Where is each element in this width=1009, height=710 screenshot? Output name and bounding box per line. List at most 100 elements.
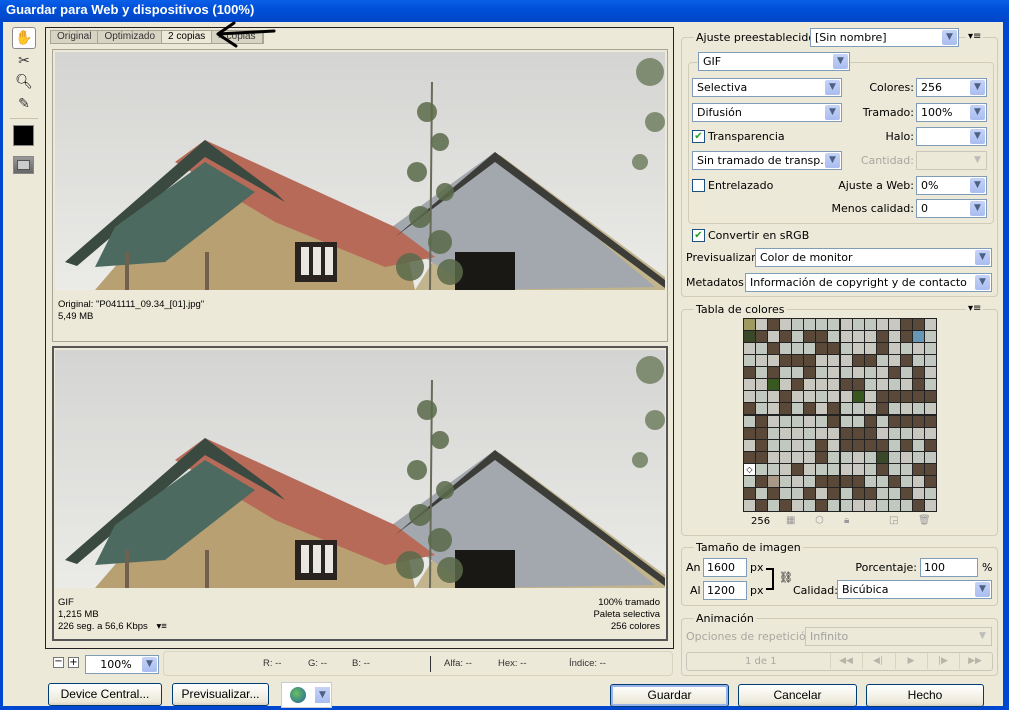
color-swatch[interactable] xyxy=(744,439,755,451)
color-swatch[interactable] xyxy=(828,475,840,487)
color-swatch[interactable] xyxy=(924,487,936,499)
color-swatch[interactable] xyxy=(840,415,852,427)
color-swatch[interactable] xyxy=(864,439,876,451)
color-swatch[interactable] xyxy=(768,319,780,330)
color-swatch[interactable] xyxy=(912,439,924,451)
color-swatch[interactable] xyxy=(804,331,816,343)
color-swatch[interactable] xyxy=(804,343,816,355)
color-swatch[interactable] xyxy=(816,475,828,487)
color-swatch[interactable] xyxy=(804,475,816,487)
color-swatch[interactable] xyxy=(840,463,852,475)
color-swatch[interactable] xyxy=(912,319,924,330)
color-swatch[interactable] xyxy=(924,367,936,379)
color-swatch[interactable] xyxy=(768,427,780,439)
browser-select[interactable]: ▼ xyxy=(281,682,332,708)
color-swatch[interactable] xyxy=(780,427,792,439)
color-swatch[interactable] xyxy=(888,391,900,403)
color-swatch[interactable] xyxy=(792,367,804,379)
color-swatch[interactable] xyxy=(756,451,768,463)
color-swatch[interactable] xyxy=(876,367,888,379)
color-swatch[interactable] xyxy=(924,427,936,439)
color-swatch[interactable] xyxy=(828,463,840,475)
preview-mode-select[interactable]: Color de monitor ▼ xyxy=(755,248,992,267)
color-swatch[interactable] xyxy=(768,403,780,415)
color-swatch[interactable] xyxy=(900,475,912,487)
optimized-image-preview[interactable] xyxy=(55,350,665,588)
color-swatch[interactable] xyxy=(756,355,768,367)
color-swatch[interactable] xyxy=(852,463,864,475)
color-swatch[interactable] xyxy=(828,367,840,379)
color-swatch[interactable] xyxy=(924,463,936,475)
color-swatch[interactable] xyxy=(864,463,876,475)
optimize-menu-icon[interactable]: ▾≡ xyxy=(966,31,984,42)
color-swatch[interactable] xyxy=(840,319,852,330)
color-swatch[interactable] xyxy=(840,355,852,367)
color-swatch[interactable] xyxy=(804,379,816,391)
color-swatch[interactable] xyxy=(768,415,780,427)
color-swatch[interactable] xyxy=(864,415,876,427)
color-swatch[interactable] xyxy=(756,439,768,451)
color-swatch[interactable] xyxy=(768,391,780,403)
color-swatch[interactable] xyxy=(792,427,804,439)
dither-algorithm-select[interactable]: Difusión ▼ xyxy=(692,103,842,122)
color-swatch[interactable] xyxy=(816,427,828,439)
color-swatch[interactable] xyxy=(888,331,900,343)
transparency-checkbox[interactable]: ✔ xyxy=(692,130,705,143)
color-swatch[interactable] xyxy=(924,331,936,343)
color-swatch[interactable] xyxy=(900,391,912,403)
preview-in-browser-button[interactable]: Previsualizar... xyxy=(172,683,269,706)
preset-select[interactable]: [Sin nombre] ▼ xyxy=(810,28,959,47)
color-swatch[interactable] xyxy=(876,343,888,355)
color-swatch[interactable] xyxy=(744,487,755,499)
chain-link-icon[interactable]: ⛓ xyxy=(779,571,793,584)
color-swatch[interactable] xyxy=(888,451,900,463)
color-swatch[interactable] xyxy=(912,475,924,487)
color-swatch[interactable] xyxy=(780,367,792,379)
percent-input[interactable]: 100 xyxy=(920,558,978,577)
color-swatch[interactable] xyxy=(900,355,912,367)
color-swatch[interactable] xyxy=(840,487,852,499)
color-swatch[interactable] xyxy=(888,367,900,379)
color-swatch[interactable] xyxy=(876,499,888,511)
color-swatch[interactable] xyxy=(888,439,900,451)
color-swatch[interactable] xyxy=(876,379,888,391)
color-swatch[interactable] xyxy=(816,331,828,343)
color-swatch[interactable] xyxy=(924,499,936,511)
color-swatch[interactable] xyxy=(792,319,804,330)
color-swatch[interactable] xyxy=(900,379,912,391)
tab-optimized[interactable]: Optimizado xyxy=(98,31,163,43)
color-swatch[interactable] xyxy=(912,487,924,499)
zoom-level-select[interactable]: 100% ▼ xyxy=(85,655,159,674)
color-swatch[interactable] xyxy=(852,415,864,427)
color-swatch[interactable] xyxy=(756,487,768,499)
color-table-menu-icon[interactable]: ▾≡ xyxy=(966,303,984,314)
color-swatch[interactable] xyxy=(840,427,852,439)
color-swatch[interactable] xyxy=(852,331,864,343)
color-swatch[interactable] xyxy=(768,439,780,451)
color-swatch[interactable] xyxy=(924,475,936,487)
color-swatch[interactable] xyxy=(756,319,768,330)
color-swatch[interactable] xyxy=(840,475,852,487)
save-button[interactable]: Guardar xyxy=(610,684,729,707)
color-swatch[interactable] xyxy=(744,343,755,355)
tab-original[interactable]: Original xyxy=(51,31,99,43)
hand-tool-icon[interactable]: ✋ xyxy=(12,27,36,49)
color-swatch[interactable] xyxy=(744,403,755,415)
color-swatch[interactable] xyxy=(804,319,816,330)
color-swatch[interactable] xyxy=(804,463,816,475)
color-swatch[interactable] xyxy=(840,499,852,511)
color-swatch[interactable] xyxy=(876,463,888,475)
zoom-out-button[interactable]: − xyxy=(53,657,64,668)
color-swatch[interactable] xyxy=(924,403,936,415)
color-swatch[interactable] xyxy=(852,451,864,463)
trash-icon[interactable]: 🗑︎ xyxy=(918,515,931,526)
color-swatch[interactable] xyxy=(876,487,888,499)
color-swatch[interactable] xyxy=(852,343,864,355)
color-swatch[interactable] xyxy=(828,379,840,391)
color-swatch[interactable] xyxy=(900,367,912,379)
color-swatch[interactable] xyxy=(876,475,888,487)
color-swatch[interactable] xyxy=(900,331,912,343)
web-shift-cube-icon[interactable]: ⬡ xyxy=(815,515,824,526)
color-swatch[interactable] xyxy=(744,331,755,343)
color-swatch[interactable] xyxy=(744,319,755,330)
